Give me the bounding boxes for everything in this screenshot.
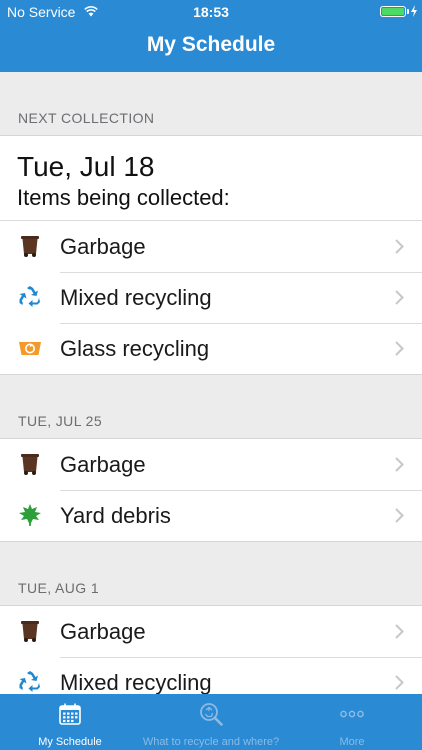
search-recycle-icon [200,703,223,726]
collection-group: Garbage Yard debris [0,439,422,542]
next-collection-date: Tue, Jul 18 [17,151,155,182]
battery-tip [407,9,409,14]
section-header-date: TUE, JUL 25 [0,375,422,439]
chevron-right-icon [395,457,404,472]
list-item-yard-debris[interactable]: Yard debris [0,490,422,541]
chevron-right-icon [395,341,404,356]
collection-group: Garbage Mixed recycling [0,606,422,694]
leaf-icon [19,504,41,526]
list-item-label: Garbage [60,619,146,644]
garbage-bin-icon [21,236,39,257]
recycle-icon [19,671,40,692]
list-item-label: Mixed recycling [60,285,212,310]
glass-bin-icon [19,342,41,355]
list-item-label: Glass recycling [60,336,210,361]
list-item-garbage[interactable]: Garbage [0,439,422,490]
tab-my-schedule[interactable]: My Schedule [0,694,140,750]
status-bar: No Service 18:53 [0,0,422,24]
list-item-mixed-recycling[interactable]: Mixed recycling [0,272,422,323]
list-item-garbage[interactable]: Garbage [0,606,422,657]
section-header-next-collection: NEXT COLLECTION [0,72,422,136]
list-item-garbage[interactable]: Garbage [0,221,422,272]
battery-icon [380,6,406,17]
more-dots-icon [340,710,364,718]
list-item-label: Garbage [60,234,146,259]
charging-bolt-icon [411,5,417,17]
chevron-right-icon [395,239,404,254]
garbage-bin-icon [21,454,39,475]
recycle-icon [19,286,40,307]
chevron-right-icon [395,624,404,639]
next-collection-group: Tue, Jul 18 Items being collected: Garba… [0,136,422,375]
list-item-label: Garbage [60,452,146,477]
navigation-bar: No Service 18:53 My Schedule [0,0,422,72]
chevron-right-icon [395,508,404,523]
list-item-glass-recycling[interactable]: Glass recycling [0,323,422,374]
garbage-bin-icon [21,621,39,642]
list-item-mixed-recycling[interactable]: Mixed recycling [0,657,422,694]
tab-more[interactable]: More [282,694,422,750]
next-collection-subtitle: Items being collected: [0,184,422,221]
chevron-right-icon [395,675,404,690]
section-header-date: TUE, AUG 1 [0,542,422,606]
schedule-list[interactable]: NEXT COLLECTION Tue, Jul 18 Items being … [0,72,422,694]
page-title: My Schedule [146,33,276,56]
calendar-icon [59,703,81,725]
tab-bar: My Schedule What to recycle and where? M… [0,694,422,750]
tab-label: My Schedule [38,736,102,748]
chevron-right-icon [395,290,404,305]
list-item-label: Mixed recycling [60,670,212,694]
status-time: 18:53 [193,4,229,20]
tab-what-to-recycle[interactable]: What to recycle and where? [141,694,281,750]
list-item-label: Yard debris [60,503,171,528]
tab-label: More [339,736,365,748]
tab-label: What to recycle and where? [142,736,280,748]
